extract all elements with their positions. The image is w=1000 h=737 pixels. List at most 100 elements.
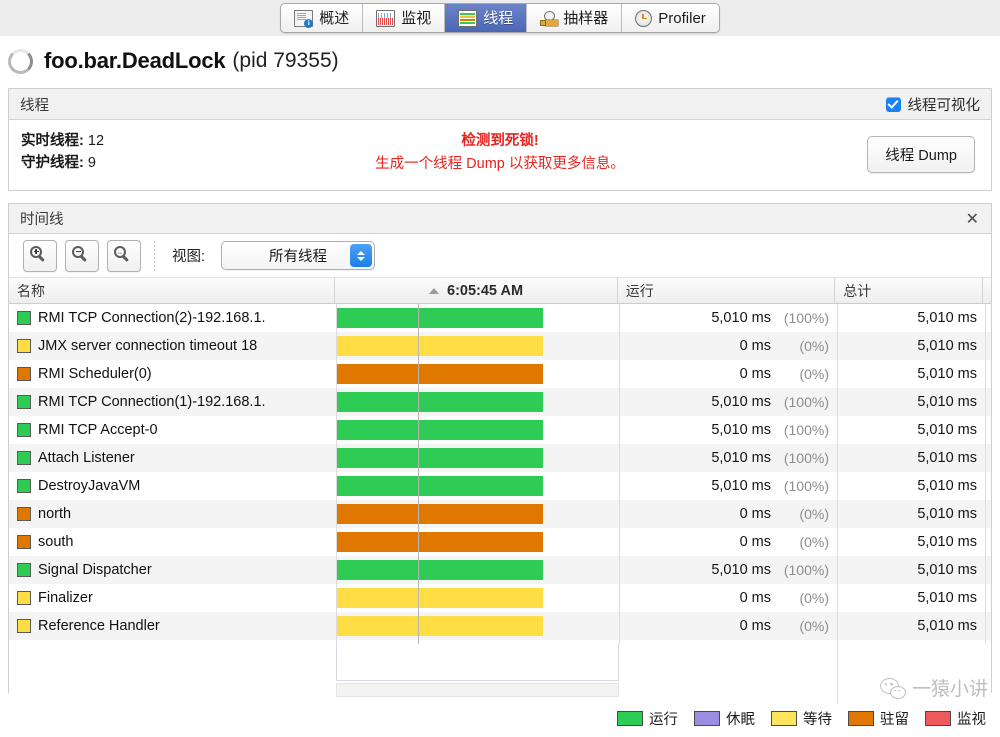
loading-spinner-icon [8,48,33,74]
deadlock-warning-detail: 生成一个线程 Dump 以获取更多信息。 [375,156,625,172]
total-ms-label: 5,010 ms [917,506,977,522]
deadlock-warning-title: 检测到死锁! [461,133,539,149]
top-tab-bar: 概述 监视 线程 抽样器 Profiler [0,0,1000,37]
page-title: foo.bar.DeadLock [44,48,226,73]
view-label: 视图: [172,249,206,265]
thread-state-swatch-icon [17,367,31,381]
timeline-bar [337,308,543,328]
table-row[interactable]: Attach Listener 5,010 ms (100%) 5,010 ms [9,444,991,472]
table-row[interactable]: Signal Dispatcher 5,010 ms (100%) 5,010 ms [9,556,991,584]
sort-ascending-caret [429,287,440,294]
timeline-bar [337,504,543,524]
running-ms-label: 0 ms [739,506,771,522]
table-row[interactable]: Finalizer 0 ms (0%) 5,010 ms [9,584,991,612]
legend-item: 监视 [925,708,986,729]
total-ms-label: 5,010 ms [917,394,977,410]
total-ms-label: 5,010 ms [917,310,977,326]
thread-name-label: RMI TCP Accept-0 [38,422,158,438]
table-row[interactable]: south 0 ms (0%) 5,010 ms [9,528,991,556]
zoom-in-icon [30,245,42,258]
timeline-bar [337,392,543,412]
zoom-out-icon [72,245,84,258]
table-row[interactable]: Reference Handler 0 ms (0%) 5,010 ms [9,612,991,640]
running-pct-label: (0%) [799,506,829,522]
running-pct-label: (100%) [783,422,829,438]
cell-running: 5,010 ms (100%) [619,556,837,584]
tab-profiler[interactable]: Profiler [622,4,719,32]
tab-threads[interactable]: 线程 [445,4,528,32]
column-header-name[interactable]: 名称 [9,278,336,303]
zoom-out-button[interactable] [65,239,99,272]
table-row[interactable]: RMI TCP Accept-0 5,010 ms (100%) 5,010 ms [9,416,991,444]
cell-running: 0 ms (0%) [619,612,837,640]
table-row[interactable]: JMX server connection timeout 18 0 ms (0%)… [9,332,991,360]
thread-visualization-checkbox[interactable]: 线程可视化 [885,94,980,115]
view-select[interactable]: 所有线程 [221,241,376,270]
timeline-horizontal-scrollbar[interactable] [336,683,619,697]
cell-timeline-bar [336,332,619,360]
daemon-threads-label: 守护线程: [21,155,84,171]
tab-threads-label: 线程 [483,9,514,27]
timeline-panel-header: 时间线 ✕ [9,204,991,234]
column-separator-running [837,304,838,644]
zoom-fit-button[interactable]: ↔ [107,239,141,272]
cell-timeline-bar [336,444,619,472]
tab-profiler-label: Profiler [658,9,706,27]
cell-thread-name: RMI Scheduler(0) [9,360,336,388]
thread-dump-button[interactable]: 线程 Dump [867,136,975,173]
cell-thread-name: Signal Dispatcher [9,556,336,584]
cell-total: 5,010 ms [837,388,985,416]
running-pct-label: (100%) [783,562,829,578]
timeline-empty-area [336,644,619,681]
tab-monitor[interactable]: 监视 [363,4,446,32]
running-pct-label: (100%) [783,310,829,326]
tab-sampler[interactable]: 抽样器 [527,4,623,32]
column-header-total-label: 总计 [843,282,872,299]
tab-monitor-label: 监视 [401,9,432,27]
tab-overview[interactable]: 概述 [281,4,364,32]
close-icon[interactable]: ✕ [962,210,983,227]
table-row[interactable]: RMI Scheduler(0) 0 ms (0%) 5,010 ms [9,360,991,388]
column-header-running[interactable]: 运行 [618,278,836,303]
threads-table-body: RMI TCP Connection(2)-192.168.1. 5,010 ms… [9,304,991,644]
cell-running: 5,010 ms (100%) [619,416,837,444]
thread-state-swatch-icon [17,339,31,353]
total-ms-label: 5,010 ms [917,590,977,606]
cell-total: 5,010 ms [837,416,985,444]
table-row[interactable]: north 0 ms (0%) 5,010 ms [9,500,991,528]
running-ms-label: 0 ms [739,534,771,550]
cell-total: 5,010 ms [837,332,985,360]
table-row[interactable]: DestroyJavaVM 5,010 ms (100%) 5,010 ms [9,472,991,500]
column-header-total[interactable]: 总计 [835,278,983,303]
table-row[interactable]: RMI TCP Connection(2)-192.168.1. 5,010 ms… [9,304,991,332]
thread-state-swatch-icon [17,535,31,549]
total-ms-label: 5,010 ms [917,562,977,578]
page-title-row: foo.bar.DeadLock (pid 79355) [0,36,1000,86]
chevron-updown-icon [350,244,373,267]
live-threads-value: 12 [87,133,105,149]
table-filler-area [9,644,991,704]
live-threads-label: 实时线程: [21,133,84,149]
thread-state-swatch-icon [17,423,31,437]
column-separator-total [985,304,986,644]
column-header-running-label: 运行 [625,282,654,299]
cell-thread-name: DestroyJavaVM [9,472,336,500]
zoom-fit-icon: ↔ [114,245,126,258]
thread-name-label: Finalizer [38,590,93,606]
total-ms-label: 5,010 ms [917,422,977,438]
cell-running: 0 ms (0%) [619,500,837,528]
running-ms-label: 0 ms [739,366,771,382]
tab-sampler-label: 抽样器 [563,9,609,27]
column-header-spacer [983,278,991,303]
threads-panel-header: 线程 线程可视化 [9,89,991,120]
tab-group: 概述 监视 线程 抽样器 Profiler [280,3,720,33]
column-header-time[interactable]: 6:05:45 AM [335,278,618,303]
zoom-in-button[interactable] [23,239,57,272]
running-ms-label: 5,010 ms [711,562,771,578]
cell-running: 5,010 ms (100%) [619,472,837,500]
cell-total: 5,010 ms [837,528,985,556]
daemon-threads-row: 守护线程: 9 [21,152,104,174]
thread-state-swatch-icon [17,591,31,605]
timeline-bar [337,532,543,552]
table-row[interactable]: RMI TCP Connection(1)-192.168.1. 5,010 ms… [9,388,991,416]
